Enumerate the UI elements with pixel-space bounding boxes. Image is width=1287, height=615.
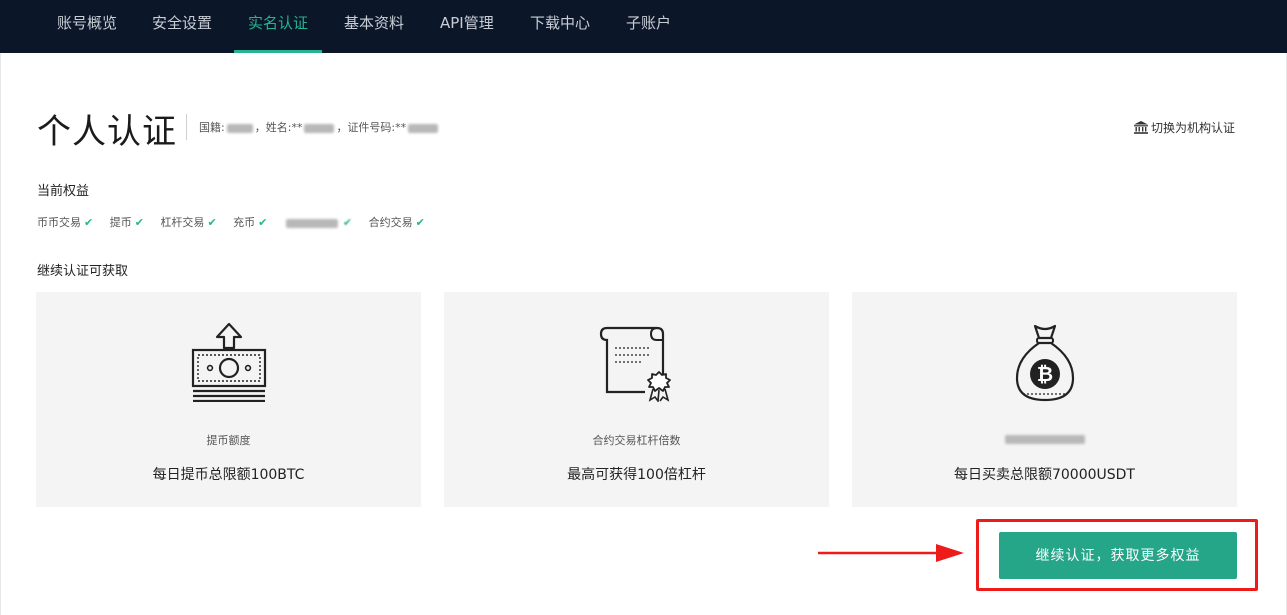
name-stars: ** (291, 121, 303, 134)
contract-certificate-icon (599, 326, 671, 402)
right-label: 提币 (109, 216, 132, 229)
card-subtitle: 合约交易杠杆倍数 (592, 434, 681, 447)
redacted-right-label (285, 218, 338, 228)
tab-api-management[interactable]: API管理 (440, 0, 494, 53)
right-item: 充币 ✔ (233, 214, 267, 230)
withdraw-money-icon (191, 322, 266, 402)
right-label: 杠杆交易 (160, 216, 205, 229)
right-item: 提币 ✔ (110, 214, 144, 230)
title-divider (186, 114, 187, 140)
card-subtitle-redacted (852, 432, 1237, 445)
benefit-card-trade-limit: ₿ 每日买卖总限额70000USDT (852, 292, 1237, 507)
bank-building-icon (1133, 121, 1148, 134)
right-label: 币币交易 (37, 216, 81, 229)
card-value: 最高可获得100倍杠杆 (567, 467, 706, 483)
benefit-card-withdraw: 提币额度 每日提币总限额100BTC (36, 292, 421, 507)
tab-security-settings[interactable]: 安全设置 (152, 0, 212, 53)
tab-sub-account[interactable]: 子账户 (626, 0, 671, 53)
card-value: 每日买卖总限额70000USDT (953, 467, 1135, 483)
benefit-card-leverage: 合约交易杠杆倍数 最高可获得100倍杠杆 (444, 292, 829, 507)
tab-identity-verification[interactable]: 实名认证 (233, 0, 323, 53)
identity-info: 国籍: ，姓名:** ，证件号码:** (199, 119, 440, 135)
more-rights-label: 继续认证可获取 (37, 264, 129, 279)
check-icon: ✔ (258, 216, 268, 229)
tab-basic-info[interactable]: 基本资料 (344, 0, 404, 53)
bitcoin-bag-icon: ₿ (1015, 324, 1074, 402)
svg-text:₿: ₿ (1036, 362, 1052, 386)
redacted-subtitle (1004, 434, 1085, 444)
check-icon: ✔ (134, 216, 144, 229)
name-label: 姓名: (265, 121, 292, 134)
card-value: 每日提币总限额100BTC (152, 467, 305, 483)
continue-verification-button[interactable]: 继续认证，获取更多权益 (999, 532, 1237, 579)
current-rights-label: 当前权益 (37, 184, 90, 199)
page-title: 个人认证 (37, 112, 177, 152)
id-label: 证件号码: (347, 121, 396, 134)
card-subtitle: 提币额度 (206, 434, 251, 447)
annotation-arrow-icon (818, 544, 964, 562)
check-icon: ✔ (342, 216, 353, 229)
tab-account-overview[interactable]: 账号概览 (57, 0, 117, 53)
name-value-redacted (304, 123, 335, 133)
right-item: 币币交易 ✔ (37, 214, 93, 230)
switch-link-label: 切换为机构认证 (1150, 121, 1235, 135)
nationality-value-redacted (226, 123, 253, 133)
right-label: 充币 (233, 216, 256, 229)
right-label: 合约交易 (368, 216, 413, 229)
check-icon: ✔ (207, 216, 217, 229)
id-stars: ** (395, 121, 407, 134)
top-nav: 账号概览 安全设置 实名认证 基本资料 API管理 下载中心 子账户 (0, 0, 1287, 53)
id-value-redacted (408, 123, 439, 133)
right-item: 杠杆交易 ✔ (160, 214, 216, 230)
current-rights-list: 币币交易 ✔ 提币 ✔ 杠杆交易 ✔ 充币 ✔ ✔ 合约交易 ✔ (37, 214, 438, 230)
switch-to-institution-link[interactable]: 切换为机构认证 (1133, 119, 1235, 136)
right-item-redacted: ✔ (284, 216, 352, 229)
right-item: 合约交易 ✔ (369, 214, 425, 230)
tab-download-center[interactable]: 下载中心 (530, 0, 590, 53)
check-icon: ✔ (415, 216, 425, 229)
check-icon: ✔ (84, 216, 94, 229)
nationality-label: 国籍: (199, 121, 225, 134)
